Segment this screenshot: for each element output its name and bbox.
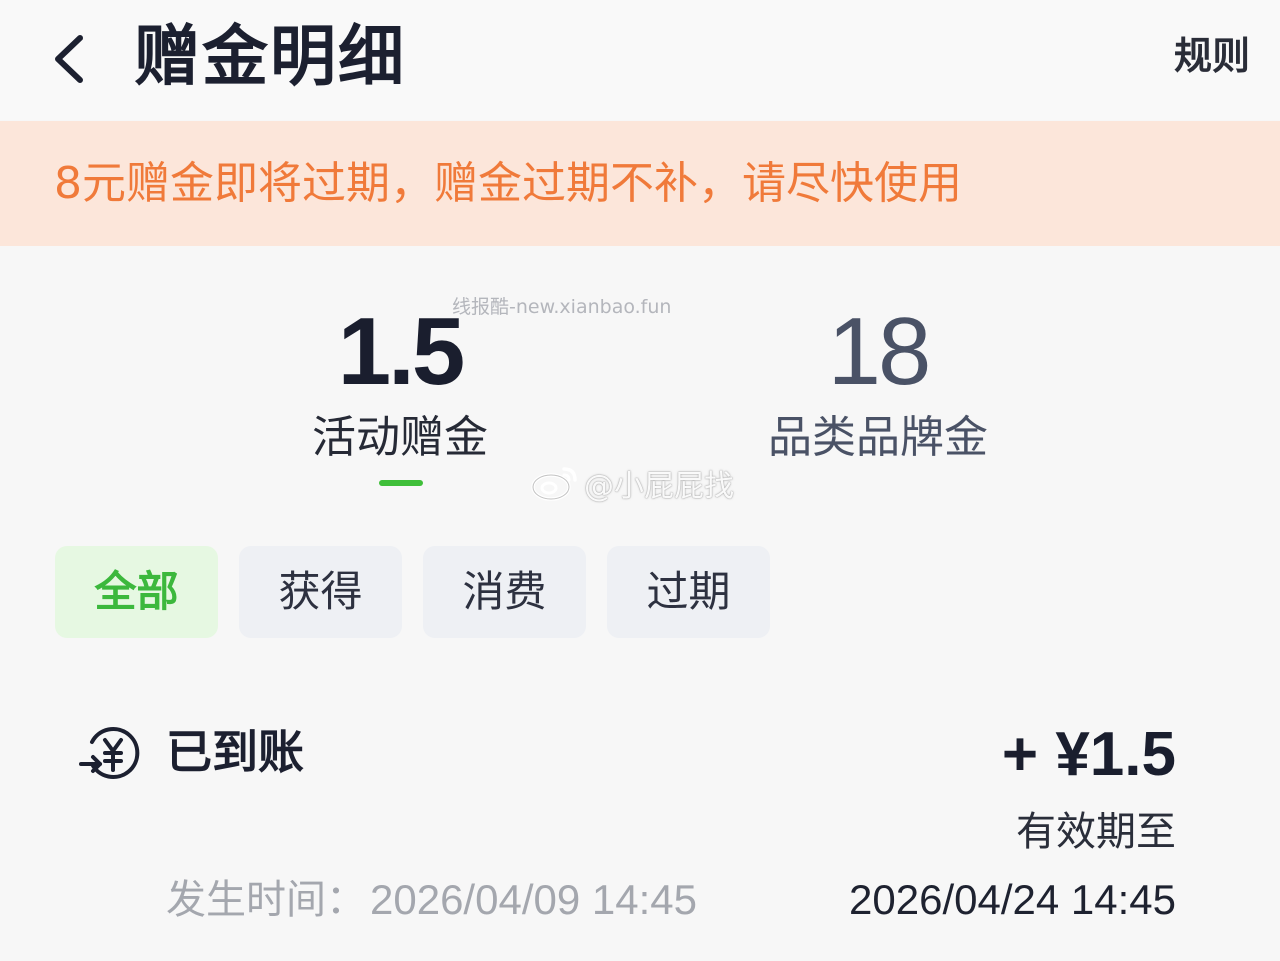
brand-bonus-amount: 18 <box>827 298 932 405</box>
back-button[interactable] <box>46 28 102 88</box>
brand-bonus-label: 品类品牌金 <box>768 412 988 463</box>
filter-spent[interactable]: 消费 <box>423 546 586 638</box>
rules-link[interactable]: 规则 <box>1174 30 1250 82</box>
record-expiry-label: 有效期至 <box>1016 809 1176 855</box>
activity-bonus-amount: 1.5 <box>337 298 465 405</box>
app-header: 赠金明细 规则 <box>0 0 1280 120</box>
page-title: 赠金明细 <box>134 18 406 95</box>
expiry-warning-banner: 8元赠金即将过期，赠金过期不补，请尽快使用 <box>0 121 1280 246</box>
tab-activity-bonus[interactable]: 1.5 活动赠金 <box>250 300 550 466</box>
filter-expired[interactable]: 过期 <box>607 546 770 638</box>
active-tab-indicator <box>379 480 423 486</box>
chevron-left-icon <box>55 35 83 83</box>
record-time-value: 2026/04/09 14:45 <box>370 876 697 923</box>
weibo-watermark: @小屁屁找 <box>530 460 734 506</box>
tab-brand-bonus[interactable]: 18 品类品牌金 <box>728 300 1028 466</box>
record-expiry-value: 2026/04/24 14:45 <box>849 876 1176 923</box>
expiry-warning-text: 8元赠金即将过期，赠金过期不补，请尽快使用 <box>54 158 962 209</box>
record-status: 已到账 <box>166 725 304 779</box>
yuan-transfer-icon <box>78 720 144 786</box>
filter-all[interactable]: 全部 <box>55 546 218 638</box>
weibo-watermark-text: @小屁屁找 <box>584 469 734 504</box>
weibo-logo-icon <box>531 467 577 501</box>
filter-earned[interactable]: 获得 <box>239 546 402 638</box>
activity-bonus-label: 活动赠金 <box>312 412 488 463</box>
record-amount: + ¥1.5 <box>1001 720 1176 789</box>
record-time-label: 发生时间： <box>166 877 366 923</box>
